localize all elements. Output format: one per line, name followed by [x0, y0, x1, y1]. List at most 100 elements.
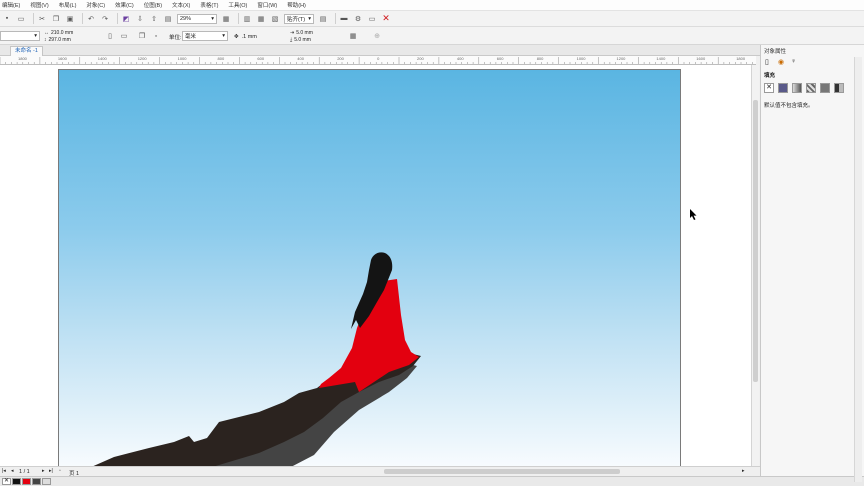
ruler-label: 0 [377, 56, 380, 61]
menu-bitmaps[interactable]: 位图(B) [144, 1, 162, 9]
menu-tools[interactable]: 工具(O) [228, 1, 247, 9]
vertical-scrollbar[interactable] [751, 65, 759, 466]
fill-tab-icon[interactable]: ▯ [765, 58, 769, 66]
property-bar: ▾ ↔ 210.0 mm ↕ 297.0 mm ▯ ▭ ❐ ▫ 单位: 毫米 ▾ ✥.… [0, 27, 864, 45]
fill-section-label: 填充 [764, 73, 776, 79]
copy-icon[interactable]: ❐ [51, 14, 61, 24]
prev-page-icon[interactable]: ◂ [11, 468, 14, 474]
units-select[interactable]: 毫米 ▾ [182, 31, 228, 41]
menu-effects[interactable]: 效果(C) [115, 1, 134, 9]
ruler-label: 200 [337, 56, 344, 61]
search-content-icon[interactable]: ◩ [121, 14, 131, 24]
no-color-swatch[interactable]: ✕ [2, 478, 11, 485]
scroll-right-icon[interactable]: ▸ [742, 468, 745, 474]
texture-fill-button[interactable] [820, 83, 830, 93]
chevron-down-icon: ▾ [222, 33, 225, 39]
document-tab-bar: 未命名 -1 [0, 45, 760, 56]
add-preset-icon[interactable]: ⊕ [372, 31, 382, 41]
object-properties-docker: 对象属性 ▯ ◉ ♀ 填充 ✕ 默认值不包含填充。 [760, 45, 864, 482]
menu-help[interactable]: 帮助(H) [287, 1, 306, 9]
page-size-select[interactable]: ▾ [0, 31, 40, 41]
close-icon[interactable]: ✕ [381, 13, 391, 24]
import-icon[interactable]: ⇩ [135, 14, 145, 24]
undo-icon[interactable]: ↶ [86, 14, 96, 24]
paste-icon[interactable]: ▣ [65, 14, 75, 24]
horizontal-scroll-thumb[interactable] [384, 469, 620, 474]
drawing-page[interactable] [58, 69, 681, 466]
menu-table[interactable]: 表格(T) [200, 1, 218, 9]
chevron-down-icon: ▾ [34, 33, 37, 39]
current-page-icon[interactable]: ▫ [151, 31, 161, 41]
toolbar-separator [117, 13, 118, 24]
menu-bar: 编辑(E) 视图(V) 布局(L) 对象(C) 效果(C) 位图(B) 文本(X… [0, 0, 864, 11]
chevron-down-icon: ▾ [308, 15, 311, 22]
menu-window[interactable]: 窗口(W) [257, 1, 277, 9]
menu-edit[interactable]: 编辑(E) [2, 1, 20, 9]
swatch-grey[interactable] [32, 478, 41, 485]
export-icon[interactable]: ⇧ [149, 14, 159, 24]
pattern-fill-button[interactable] [806, 83, 816, 93]
options-icon[interactable]: ⚙ [353, 14, 363, 24]
menu-layout[interactable]: 布局(L) [59, 1, 77, 9]
menu-object[interactable]: 对象(C) [86, 1, 105, 9]
application-launcher-icon[interactable]: ▭ [367, 14, 377, 24]
swatch-black[interactable] [12, 478, 21, 485]
add-page-icon[interactable]: ▫ [59, 468, 61, 474]
swatch-light[interactable] [42, 478, 51, 485]
ruler-label: 400 [456, 56, 464, 61]
treat-as-filled-icon[interactable]: ▦ [348, 31, 358, 41]
fountain-fill-button[interactable] [792, 83, 802, 93]
duplicate-y-field[interactable]: ⤓ 5.0 mm [290, 36, 334, 43]
docker-scrollbar[interactable] [854, 57, 862, 482]
show-rulers-icon[interactable]: ▥ [242, 14, 252, 24]
transparency-tab-icon[interactable]: ♀ [791, 58, 796, 65]
nudge-distance-field[interactable]: ✥ .1 mm [234, 32, 280, 41]
horizontal-ruler[interactable]: 1800 1600 1400 1200 1000 800 600 400 200 0 200 400 6… [0, 56, 756, 65]
snap-to-select[interactable]: 贴齐(T) ▾ [284, 13, 314, 24]
uniform-fill-button[interactable] [778, 83, 788, 93]
portrait-icon[interactable]: ▯ [105, 31, 115, 41]
ruler-label: 1600 [57, 56, 67, 61]
landscape-icon[interactable]: ▭ [119, 31, 129, 41]
postscript-fill-button[interactable] [834, 83, 844, 93]
toolbar-separator [238, 13, 239, 24]
welcome-screen-icon[interactable]: ▬ [339, 14, 349, 24]
page-height-field[interactable]: ↕ 297.0 mm [44, 36, 88, 43]
full-screen-icon[interactable]: ▦ [221, 14, 231, 24]
swatch-red[interactable] [22, 478, 31, 485]
menu-text[interactable]: 文本(X) [172, 1, 190, 9]
publish-pdf-icon[interactable]: ▤ [163, 14, 173, 24]
width-icon: ↔ [44, 29, 49, 36]
last-page-icon[interactable]: ▸| [49, 468, 53, 474]
redo-icon[interactable]: ↷ [100, 14, 110, 24]
all-pages-icon[interactable]: ❐ [137, 31, 147, 41]
ruler-label: 600 [496, 56, 504, 61]
toolbar-separator [33, 13, 34, 24]
duplicate-x-field[interactable]: ⇥ 5.0 mm [290, 29, 334, 36]
show-guidelines-icon[interactable]: ▧ [270, 14, 280, 24]
document-tab[interactable]: 未命名 -1 [10, 46, 43, 56]
offset-y-icon: ⤓ [290, 36, 293, 43]
cut-icon[interactable]: ✂ [37, 14, 47, 24]
zoom-select[interactable]: 29% ▾ [177, 13, 217, 24]
color-palette: ✕ [0, 476, 864, 486]
print-icon[interactable]: ▭ [16, 14, 26, 24]
show-grid-icon[interactable]: ▦ [256, 14, 266, 24]
offset-x-icon: ⇥ [290, 29, 295, 36]
save-icon[interactable]: ▪ [2, 14, 12, 24]
alignment-guides-icon[interactable]: ▤ [318, 14, 328, 24]
menu-view[interactable]: 视图(V) [30, 1, 48, 9]
drawing-workspace[interactable] [0, 65, 751, 466]
outline-tab-icon[interactable]: ◉ [778, 58, 784, 66]
ruler-label: 800 [536, 56, 544, 61]
no-fill-button[interactable]: ✕ [764, 83, 774, 93]
vertical-scroll-thumb[interactable] [753, 100, 758, 382]
next-page-icon[interactable]: ▸ [42, 468, 45, 474]
page-width-field[interactable]: ↔ 210.0 mm [44, 29, 88, 36]
first-page-icon[interactable]: |◂ [2, 468, 6, 474]
chevron-down-icon: ▾ [211, 15, 214, 22]
units-label: 单位: [169, 35, 182, 41]
ruler-label: 1000 [576, 56, 586, 61]
toolbar-separator [335, 13, 336, 24]
ruler-label: 1200 [137, 56, 147, 61]
